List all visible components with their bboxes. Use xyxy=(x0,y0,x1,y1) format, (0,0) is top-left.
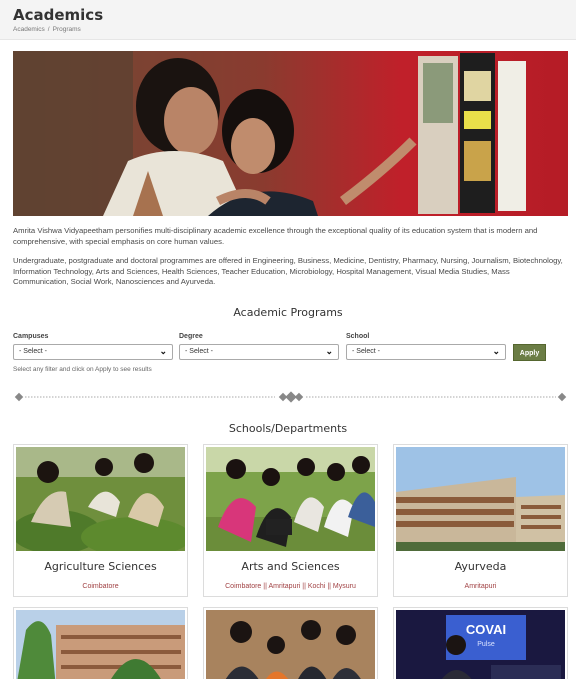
degree-label: Degree xyxy=(179,333,203,340)
school-card-image xyxy=(396,447,565,551)
school-card-campus[interactable]: Coimbatore || Amritapuri || Kochi || Mys… xyxy=(204,583,377,590)
academic-programs-title: Academic Programs xyxy=(233,306,343,319)
school-card-image xyxy=(206,610,375,679)
page-header: Academics Academics / Programs xyxy=(0,0,576,40)
school-card-ayurveda[interactable]: Ayurveda Amritapuri xyxy=(393,444,568,597)
school-card-image xyxy=(16,447,185,551)
degree-select-value: - Select - xyxy=(185,348,214,355)
school-card-arts-sciences[interactable]: Arts and Sciences Coimbatore || Amritapu… xyxy=(203,444,378,597)
page-title: Academics xyxy=(13,6,104,24)
campuses-label: Campuses xyxy=(13,333,49,340)
school-card-4[interactable] xyxy=(13,607,188,679)
diamond-icon xyxy=(557,392,567,402)
chevron-down-icon: ⌄ xyxy=(159,346,167,356)
school-card-campus[interactable]: Amritapuri xyxy=(394,583,567,590)
school-card-image xyxy=(206,447,375,551)
poster-brand: COVAI xyxy=(466,622,506,637)
diamond-icon xyxy=(14,392,24,402)
diamond-icon xyxy=(294,392,304,402)
intro-paragraph-2: Undergraduate, postgraduate and doctoral… xyxy=(13,256,563,286)
degree-select[interactable]: - Select - ⌄ xyxy=(179,344,339,360)
campuses-select-value: - Select - xyxy=(19,348,48,355)
chevron-down-icon: ⌄ xyxy=(492,346,500,356)
breadcrumb-academics-link[interactable]: Academics xyxy=(13,26,45,33)
poster-sub: Pulse xyxy=(477,641,495,648)
schools-departments-title: Schools/Departments xyxy=(228,422,348,435)
section-divider xyxy=(14,391,567,403)
school-select[interactable]: - Select - ⌄ xyxy=(346,344,506,360)
breadcrumb-separator: / xyxy=(47,26,50,33)
apply-button[interactable]: Apply xyxy=(513,344,546,361)
breadcrumb: Academics / Programs xyxy=(13,26,84,33)
school-label: School xyxy=(346,333,370,340)
school-card-5[interactable] xyxy=(203,607,378,679)
school-card-title: Agriculture Sciences xyxy=(44,560,157,573)
school-card-image: COVAI Pulse xyxy=(396,610,565,679)
school-card-image xyxy=(16,610,185,679)
school-card-title: Ayurveda xyxy=(454,560,507,573)
campuses-select[interactable]: - Select - ⌄ xyxy=(13,344,173,360)
school-card-6[interactable]: COVAI Pulse xyxy=(393,607,568,679)
school-card-campus[interactable]: Coimbatore xyxy=(14,583,187,590)
chevron-down-icon: ⌄ xyxy=(325,346,333,356)
hero-illustration xyxy=(13,51,568,216)
hero-image xyxy=(13,51,568,216)
school-card-title: Arts and Sciences xyxy=(241,560,340,573)
filter-help-text: Select any filter and click on Apply to … xyxy=(13,366,152,373)
intro-paragraph-1: Amrita Vishwa Vidyapeetham personifies m… xyxy=(13,226,538,246)
breadcrumb-current: Programs xyxy=(52,26,81,33)
school-card-agriculture[interactable]: Agriculture Sciences Coimbatore xyxy=(13,444,188,597)
school-select-value: - Select - xyxy=(352,348,381,355)
